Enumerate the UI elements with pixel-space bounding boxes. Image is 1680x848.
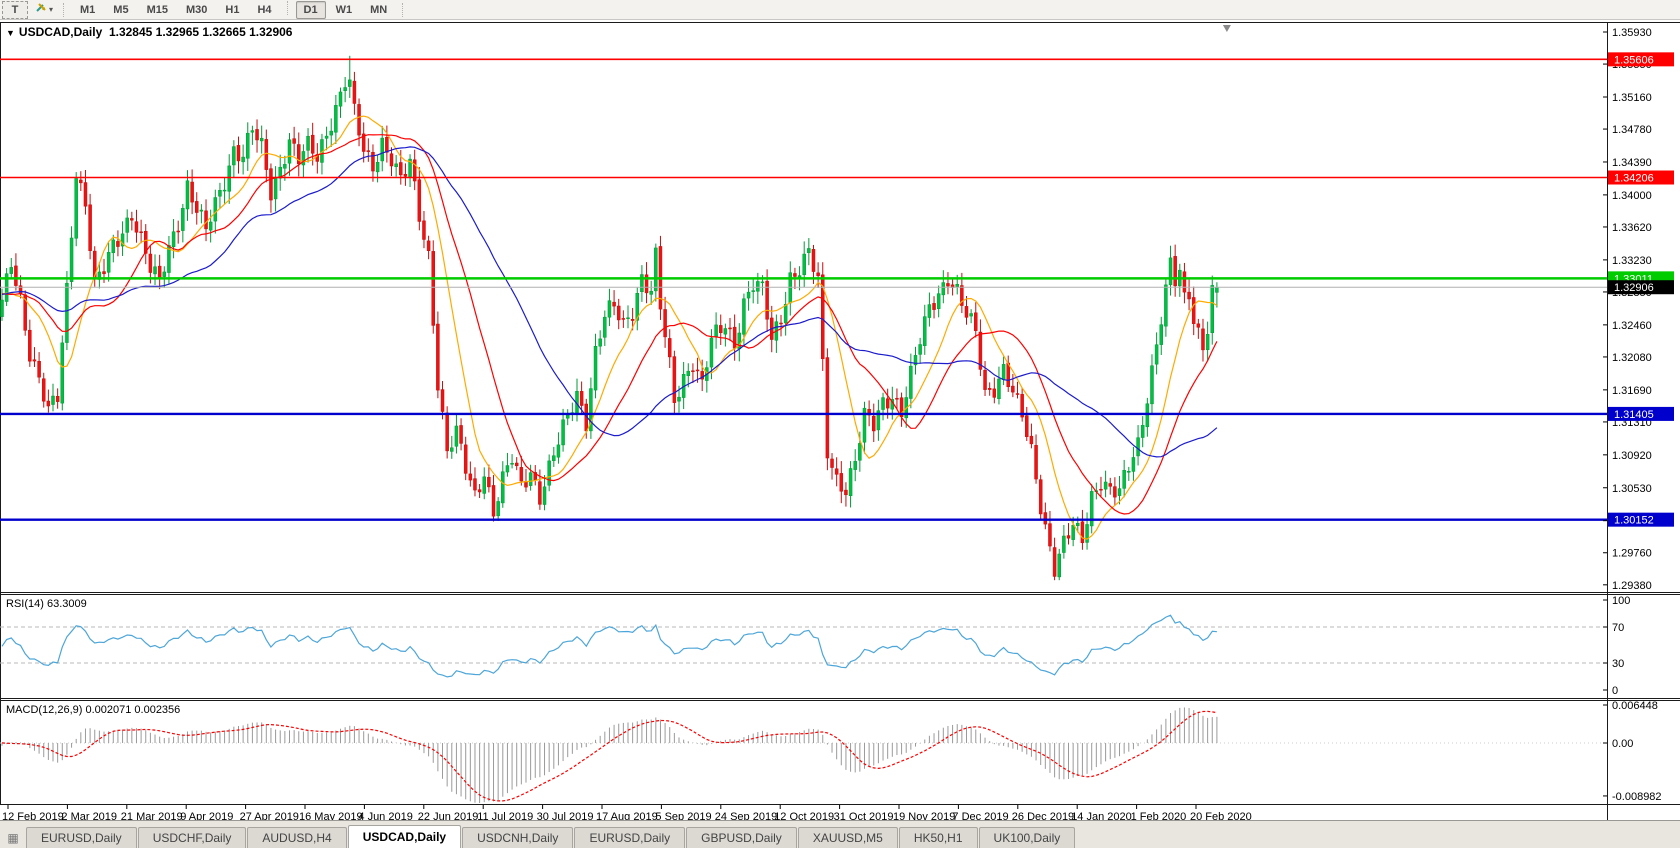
svg-text:1.30530: 1.30530 <box>1612 483 1652 495</box>
svg-text:1.32906: 1.32906 <box>1614 282 1654 294</box>
chart-windows-icon[interactable]: ▦ <box>2 828 24 848</box>
timeframe-button-H4[interactable]: H4 <box>249 1 279 19</box>
timeframe-button-H1[interactable]: H1 <box>217 1 247 19</box>
chart-tab-HK50-H1[interactable]: HK50,H1 <box>898 827 978 848</box>
svg-text:0.006448: 0.006448 <box>1612 700 1658 712</box>
trading-terminal-window: T ▾ M1M5M15M30H1H4D1W1MN 1.359301.355501… <box>0 0 1680 848</box>
svg-text:0.00: 0.00 <box>1612 738 1633 750</box>
current-price-label: 1.32906 <box>1608 280 1674 295</box>
objects-dropdown-button[interactable]: ▾ <box>32 2 56 18</box>
svg-text:70: 70 <box>1612 622 1624 634</box>
svg-text:1.34780: 1.34780 <box>1612 124 1652 136</box>
toolbar-separator <box>402 2 404 17</box>
svg-text:1.34206: 1.34206 <box>1614 173 1654 185</box>
svg-text:19 Nov 2019: 19 Nov 2019 <box>893 811 955 820</box>
svg-text:2 Mar 2019: 2 Mar 2019 <box>61 811 117 820</box>
svg-text:7 Dec 2019: 7 Dec 2019 <box>952 811 1008 820</box>
timeframe-button-W1[interactable]: W1 <box>328 1 361 19</box>
chart-tab-USDCNH-Daily[interactable]: USDCNH,Daily <box>462 827 574 848</box>
chart-svg: 1.359301.355501.351601.347801.343901.340… <box>0 20 1680 823</box>
timeframe-button-group: M1 M5 M15 M30 H1 H4 D1 W1 MN <box>72 0 395 19</box>
svg-text:1.30920: 1.30920 <box>1612 450 1652 462</box>
chart-tab-UK100-Daily[interactable]: UK100,Daily <box>978 827 1076 848</box>
svg-text:1.32460: 1.32460 <box>1612 320 1652 332</box>
timeframe-button-M30[interactable]: M30 <box>178 1 215 19</box>
chart-tab-USDCAD-Daily[interactable]: USDCAD,Daily <box>347 825 462 848</box>
timeframe-button-D1[interactable]: D1 <box>295 0 326 19</box>
svg-text:4 Jun 2019: 4 Jun 2019 <box>358 811 412 820</box>
svg-text:1.35930: 1.35930 <box>1612 27 1652 39</box>
axis-label-1.35606: 1.35606 <box>1608 52 1674 67</box>
svg-text:12 Feb 2019: 12 Feb 2019 <box>2 811 64 820</box>
svg-text:30: 30 <box>1612 658 1624 670</box>
chart-tab-bar: ▦ EURUSD,Daily USDCHF,Daily AUDUSD,H4 USDCA… <box>0 820 1680 848</box>
svg-text:0: 0 <box>1612 685 1618 697</box>
axis-label-1.34206: 1.34206 <box>1608 170 1674 185</box>
svg-text:26 Dec 2019: 26 Dec 2019 <box>1012 811 1074 820</box>
svg-text:1 Feb 2020: 1 Feb 2020 <box>1131 811 1187 820</box>
svg-text:22 Jun 2019: 22 Jun 2019 <box>418 811 479 820</box>
timeframe-button-M15[interactable]: M15 <box>139 1 176 19</box>
svg-text:1.35606: 1.35606 <box>1614 54 1654 66</box>
chart-tab-AUDUSD-H4[interactable]: AUDUSD,H4 <box>247 827 347 848</box>
svg-text:5 Sep 2019: 5 Sep 2019 <box>655 811 711 820</box>
chevron-down-icon: ▾ <box>49 5 54 14</box>
chart-tab-USDCHF-Daily[interactable]: USDCHF,Daily <box>137 827 247 848</box>
axis-label-1.31405: 1.31405 <box>1608 406 1674 421</box>
svg-text:1.29380: 1.29380 <box>1612 580 1652 592</box>
svg-text:1.34390: 1.34390 <box>1612 157 1652 169</box>
svg-text:1.33230: 1.33230 <box>1612 255 1652 267</box>
text-tool-button[interactable]: T <box>2 0 28 19</box>
timeframe-button-M1[interactable]: M1 <box>72 1 103 19</box>
svg-text:12 Oct 2019: 12 Oct 2019 <box>774 811 834 820</box>
svg-text:1.31405: 1.31405 <box>1614 409 1654 421</box>
svg-text:11 Jul 2019: 11 Jul 2019 <box>477 811 533 820</box>
chart-tab-EURUSD-Daily[interactable]: EURUSD,Daily <box>574 827 686 848</box>
chart-canvas[interactable]: 1.359301.355501.351601.347801.343901.340… <box>0 20 1680 823</box>
svg-text:1.34000: 1.34000 <box>1612 190 1652 202</box>
axis-label-1.30152: 1.30152 <box>1608 512 1674 527</box>
svg-text:1.32080: 1.32080 <box>1612 352 1652 364</box>
svg-text:31 Oct 2019: 31 Oct 2019 <box>834 811 894 820</box>
timeframe-button-M5[interactable]: M5 <box>105 1 136 19</box>
timeframe-button-MN[interactable]: MN <box>362 1 395 19</box>
chart-tab-GBPUSD-Daily[interactable]: GBPUSD,Daily <box>686 827 797 848</box>
svg-text:14 Jan 2020: 14 Jan 2020 <box>1071 811 1132 820</box>
svg-text:30 Jul 2019: 30 Jul 2019 <box>537 811 594 820</box>
chart-tab-EURUSD-Daily[interactable]: EURUSD,Daily <box>26 827 137 848</box>
svg-text:1.31690: 1.31690 <box>1612 385 1652 397</box>
svg-text:17 Aug 2019: 17 Aug 2019 <box>596 811 658 820</box>
svg-text:1.30152: 1.30152 <box>1614 515 1654 527</box>
svg-text:1.29760: 1.29760 <box>1612 548 1652 560</box>
top-toolbar: T ▾ M1 M5 M15 M30 H1 H4 D1 W1 MN <box>0 0 1680 20</box>
svg-text:16 May 2019: 16 May 2019 <box>299 811 363 820</box>
svg-text:27 Apr 2019: 27 Apr 2019 <box>240 811 299 820</box>
svg-text:1.33620: 1.33620 <box>1612 222 1652 234</box>
arrange-arrows-icon <box>35 1 48 19</box>
toolbar-separator <box>286 0 289 15</box>
svg-text:21 Mar 2019: 21 Mar 2019 <box>121 811 183 820</box>
svg-text:100: 100 <box>1612 595 1630 607</box>
svg-text:1.35160: 1.35160 <box>1612 92 1652 104</box>
svg-text:24 Sep 2019: 24 Sep 2019 <box>715 811 777 820</box>
svg-text:9 Apr 2019: 9 Apr 2019 <box>180 811 233 820</box>
chart-tab-XAUUSD-M5[interactable]: XAUUSD,M5 <box>797 827 898 848</box>
toolbar-separator <box>63 2 65 17</box>
chart-tabs: EURUSD,Daily USDCHF,Daily AUDUSD,H4 USDCAD,… <box>26 825 1076 848</box>
svg-text:20 Feb 2020: 20 Feb 2020 <box>1190 811 1252 820</box>
svg-text:-0.008982: -0.008982 <box>1612 791 1662 803</box>
